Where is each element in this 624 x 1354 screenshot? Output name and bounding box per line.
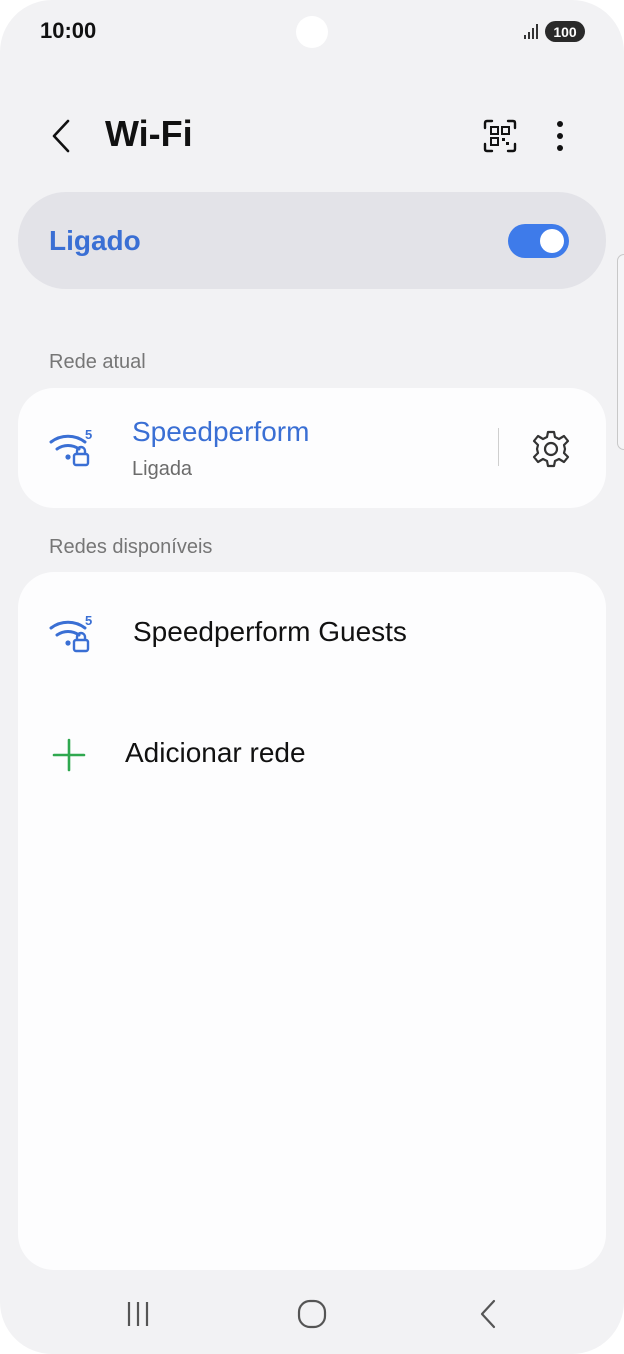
signal-bars-icon <box>524 24 538 39</box>
nav-back-icon <box>480 1299 496 1329</box>
scroll-indicator[interactable] <box>617 254 624 450</box>
wifi-secured-icon: 5 <box>49 613 92 653</box>
more-options-button[interactable] <box>540 112 580 160</box>
wifi-toggle-card[interactable]: Ligado <box>18 192 606 289</box>
switch-knob <box>540 229 564 253</box>
camera-cutout <box>296 16 328 48</box>
gear-icon <box>532 430 570 468</box>
wifi-toggle-switch[interactable] <box>508 224 569 258</box>
svg-text:5: 5 <box>85 613 92 628</box>
status-time: 10:00 <box>40 18 97 43</box>
phone-screen: 10:00 100 Wi-Fi Ligado Rede atual 5 Spee… <box>0 0 624 1354</box>
available-networks-header: Redes disponíveis <box>49 536 213 558</box>
current-network-row[interactable]: 5 Speedperform Ligada <box>18 388 488 508</box>
back-button[interactable] <box>40 112 84 160</box>
page-title: Wi-Fi <box>105 113 193 154</box>
wifi-secured-icon: 5 <box>49 427 92 467</box>
wifi-toggle-label: Ligado <box>49 225 141 256</box>
recents-icon <box>127 1302 149 1326</box>
qr-code-scan-icon <box>483 119 517 153</box>
home-button[interactable] <box>282 1292 342 1336</box>
recents-button[interactable] <box>108 1292 168 1336</box>
add-network-row[interactable]: Adicionar rede <box>18 704 606 804</box>
plus-icon <box>52 738 86 772</box>
network-settings-button[interactable] <box>526 424 576 474</box>
divider <box>498 428 499 466</box>
network-name: Speedperform Guests <box>133 616 407 647</box>
current-network-card: 5 Speedperform Ligada <box>18 388 606 508</box>
add-network-label: Adicionar rede <box>125 737 306 768</box>
current-network-name: Speedperform <box>132 416 310 447</box>
network-list-item[interactable]: 5 Speedperform Guests <box>18 584 606 684</box>
available-networks-card: 5 Speedperform Guests Adicionar rede <box>18 572 606 1270</box>
battery-indicator: 100 <box>545 21 585 42</box>
chevron-left-icon <box>52 119 70 153</box>
home-icon <box>297 1299 327 1329</box>
current-network-header: Rede atual <box>49 351 146 373</box>
nav-back-button[interactable] <box>458 1292 518 1336</box>
current-network-status: Ligada <box>132 458 193 480</box>
qr-scan-button[interactable] <box>478 112 522 160</box>
svg-text:5: 5 <box>85 427 92 442</box>
more-vertical-icon <box>557 121 563 151</box>
